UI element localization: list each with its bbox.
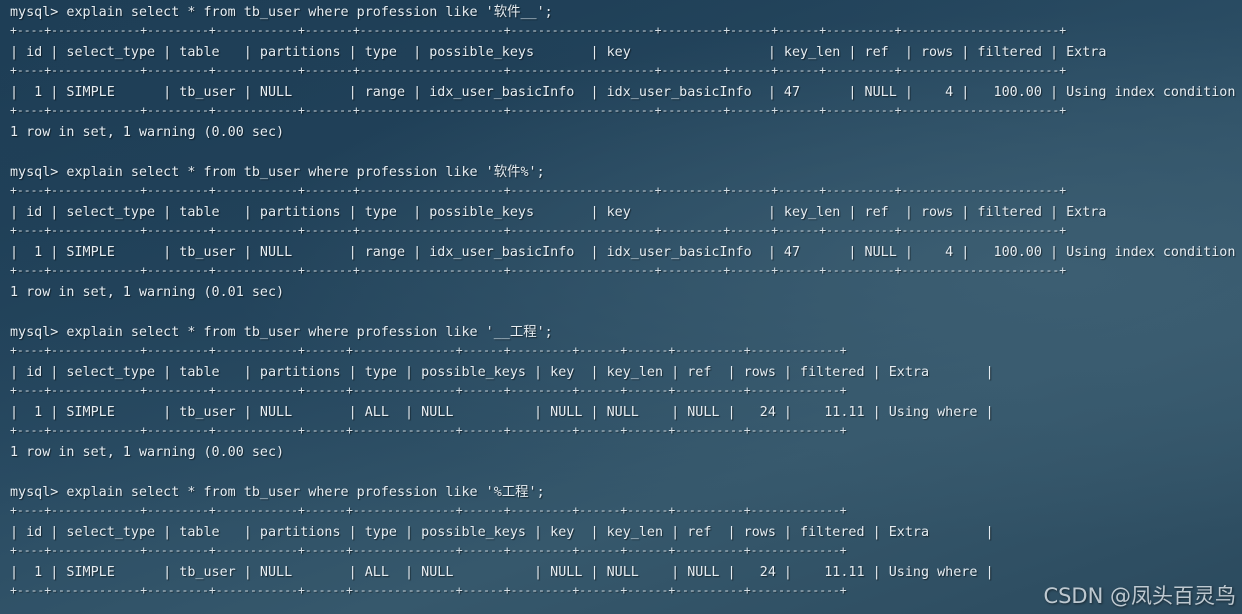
- table-border: +----+-------------+---------+----------…: [10, 383, 847, 397]
- table-border: +----+-------------+---------+----------…: [10, 343, 847, 357]
- table-row: | 1 | SIMPLE | tb_user | NULL | range | …: [10, 85, 1242, 100]
- csdn-watermark: CSDN @凤头百灵鸟: [1043, 584, 1236, 608]
- table-border: +----+-------------+---------+----------…: [10, 263, 1067, 277]
- table-header: | id | select_type | table | partitions …: [10, 525, 994, 540]
- table-border: +----+-------------+---------+----------…: [10, 223, 1067, 237]
- table-border: +----+-------------+---------+----------…: [10, 503, 847, 517]
- table-border: +----+-------------+---------+----------…: [10, 23, 1067, 37]
- terminal-output[interactable]: mysql> explain select * from tb_user whe…: [0, 0, 1242, 614]
- command-prompt: mysql> explain select * from tb_user whe…: [10, 5, 553, 20]
- result-footer: 1 row in set, 1 warning (0.00 sec): [10, 445, 285, 460]
- table-border: +----+-------------+---------+----------…: [10, 183, 1067, 197]
- table-border: +----+-------------+---------+----------…: [10, 543, 847, 557]
- table-row: | 1 | SIMPLE | tb_user | NULL | range | …: [10, 245, 1242, 260]
- command-prompt: mysql> explain select * from tb_user whe…: [10, 325, 553, 340]
- table-row: | 1 | SIMPLE | tb_user | NULL | ALL | NU…: [10, 405, 994, 420]
- table-border: +----+-------------+---------+----------…: [10, 63, 1067, 77]
- table-header: | id | select_type | table | partitions …: [10, 365, 994, 380]
- table-border: +----+-------------+---------+----------…: [10, 103, 1067, 117]
- command-prompt: mysql> explain select * from tb_user whe…: [10, 165, 545, 180]
- command-prompt: mysql> explain select * from tb_user whe…: [10, 485, 545, 500]
- result-footer: 1 row in set, 1 warning (0.01 sec): [10, 285, 285, 300]
- table-border: +----+-------------+---------+----------…: [10, 423, 847, 437]
- table-header: | id | select_type | table | partitions …: [10, 45, 1242, 60]
- result-footer: 1 row in set, 1 warning (0.00 sec): [10, 125, 285, 140]
- table-header: | id | select_type | table | partitions …: [10, 205, 1242, 220]
